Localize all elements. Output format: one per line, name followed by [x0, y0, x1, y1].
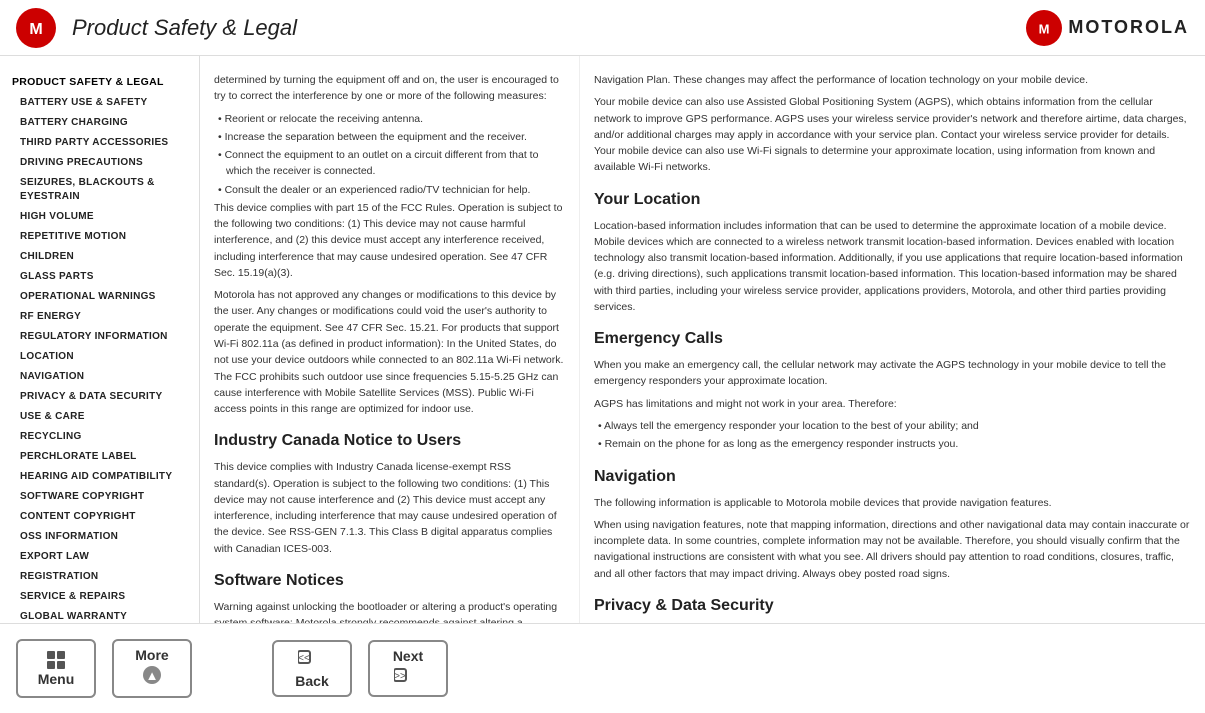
- bullet-list: Reorient or relocate the receiving anten…: [214, 111, 565, 198]
- nav-plan-text: Navigation Plan. These changes may affec…: [594, 72, 1191, 88]
- sidebar-item-location[interactable]: LOCATION: [8, 347, 191, 367]
- sidebar-item-glass-parts[interactable]: GLASS PARTS: [8, 267, 191, 287]
- page-title: Product Safety & Legal: [72, 15, 1026, 41]
- sidebar-item-global-warranty[interactable]: GLOBAL WARRANTY: [8, 607, 191, 623]
- moto-badge-icon: M: [1026, 10, 1062, 46]
- fcc-text: This device complies with part 15 of the…: [214, 200, 565, 281]
- sidebar-item-battery-charging[interactable]: BATTERY CHARGING: [8, 113, 191, 133]
- sidebar-item-oss-information[interactable]: OSS INFORMATION: [8, 527, 191, 547]
- sidebar-item-seizures-blackouts-eyestrain[interactable]: SEIZURES, BLACKOUTS & EYESTRAIN: [8, 173, 191, 207]
- footer-right-buttons: << Back Next >>: [272, 640, 448, 697]
- sidebar-nav: PRODUCT SAFETY & LEGALBATTERY USE & SAFE…: [0, 56, 200, 623]
- right-column: Navigation Plan. These changes may affec…: [580, 56, 1205, 623]
- software-notices-heading: Software Notices: [214, 569, 565, 593]
- bullet-item: Reorient or relocate the receiving anten…: [214, 111, 565, 127]
- svg-text:M: M: [29, 21, 42, 38]
- industry-canada-heading: Industry Canada Notice to Users: [214, 429, 565, 453]
- sidebar-item-high-volume[interactable]: HIGH VOLUME: [8, 207, 191, 227]
- emergency-calls-text: When you make an emergency call, the cel…: [594, 357, 1191, 390]
- sidebar-item-recycling[interactable]: RECYCLING: [8, 427, 191, 447]
- sidebar-item-repetitive-motion[interactable]: REPETITIVE MOTION: [8, 227, 191, 247]
- bullet-item: Increase the separation between the equi…: [214, 129, 565, 145]
- footer-left-buttons: Menu More ▲: [16, 639, 192, 698]
- software-notices-text: Warning against unlocking the bootloader…: [214, 599, 565, 623]
- sidebar-item-hearing-aid-compatibility[interactable]: HEARING AID COMPATIBILITY: [8, 467, 191, 487]
- more-label: More: [135, 647, 168, 663]
- motorola-wordmark: MOTOROLA: [1068, 17, 1189, 38]
- svg-text:▲: ▲: [146, 668, 159, 683]
- emergency-bullet-item: Always tell the emergency responder your…: [594, 418, 1191, 434]
- back-icon: <<: [298, 648, 326, 671]
- next-button[interactable]: Next >>: [368, 640, 448, 697]
- emergency-bullet-item: Remain on the phone for as long as the e…: [594, 436, 1191, 452]
- sidebar-item-privacy-data-security[interactable]: PRIVACY & DATA SECURITY: [8, 387, 191, 407]
- your-location-text: Location-based information includes info…: [594, 218, 1191, 316]
- navigation-text2: When using navigation features, note tha…: [594, 517, 1191, 582]
- back-label: Back: [295, 673, 328, 689]
- header: M Product Safety & Legal M MOTOROLA: [0, 0, 1205, 56]
- content-area: PRODUCT SAFETY & LEGALBATTERY USE & SAFE…: [0, 56, 1205, 623]
- sidebar-item-registration[interactable]: REGISTRATION: [8, 567, 191, 587]
- back-button[interactable]: << Back: [272, 640, 352, 697]
- more-icon: ▲: [142, 665, 162, 690]
- next-label: Next: [393, 648, 423, 664]
- emergency-bullets-list: Always tell the emergency responder your…: [594, 418, 1191, 453]
- sidebar-item-battery-use-safety[interactable]: BATTERY USE & SAFETY: [8, 93, 191, 113]
- intro-text: determined by turning the equipment off …: [214, 72, 565, 105]
- menu-button[interactable]: Menu: [16, 639, 96, 698]
- sidebar-item-perchlorate-label[interactable]: PERCHLORATE LABEL: [8, 447, 191, 467]
- sidebar-item-rf-energy[interactable]: RF ENERGY: [8, 307, 191, 327]
- agps-text: Your mobile device can also use Assisted…: [594, 94, 1191, 175]
- your-location-heading: Your Location: [594, 188, 1191, 212]
- svg-text:M: M: [1039, 21, 1050, 36]
- sidebar-item-use-care[interactable]: USE & CARE: [8, 407, 191, 427]
- sidebar-item-content-copyright[interactable]: CONTENT COPYRIGHT: [8, 507, 191, 527]
- sidebar-item-operational-warnings[interactable]: OPERATIONAL WARNINGS: [8, 287, 191, 307]
- sidebar-item-driving-precautions[interactable]: DRIVING PRECAUTIONS: [8, 153, 191, 173]
- industry-canada-text: This device complies with Industry Canad…: [214, 459, 565, 557]
- navigation-text: The following information is applicable …: [594, 495, 1191, 511]
- agps-limits-text: AGPS has limitations and might not work …: [594, 396, 1191, 412]
- bullet-item: Consult the dealer or an experienced rad…: [214, 182, 565, 198]
- sidebar-item-export-law[interactable]: EXPORT LAW: [8, 547, 191, 567]
- more-button[interactable]: More ▲: [112, 639, 192, 698]
- sidebar-item-third-party-accessories[interactable]: THIRD PARTY ACCESSORIES: [8, 133, 191, 153]
- navigation-heading: Navigation: [594, 465, 1191, 489]
- sidebar-item-navigation[interactable]: NAVIGATION: [8, 367, 191, 387]
- menu-icon: [47, 651, 65, 669]
- svg-text:<<: <<: [298, 653, 310, 664]
- sidebar-item-product-safety-legal[interactable]: PRODUCT SAFETY & LEGAL: [8, 72, 191, 93]
- footer: Menu More ▲ << Back Next: [0, 623, 1205, 713]
- bullet-item: Connect the equipment to an outlet on a …: [214, 147, 565, 180]
- next-icon: >>: [394, 666, 422, 689]
- privacy-heading: Privacy & Data Security: [594, 594, 1191, 618]
- moto-text: Motorola has not approved any changes or…: [214, 287, 565, 417]
- motorola-logo-icon: M: [16, 8, 56, 48]
- menu-label: Menu: [38, 671, 75, 687]
- sidebar-item-software-copyright[interactable]: SOFTWARE COPYRIGHT: [8, 487, 191, 507]
- motorola-brand: M MOTOROLA: [1026, 10, 1189, 46]
- sidebar-item-regulatory-information[interactable]: REGULATORY INFORMATION: [8, 327, 191, 347]
- emergency-calls-heading: Emergency Calls: [594, 327, 1191, 351]
- sidebar-item-children[interactable]: CHILDREN: [8, 247, 191, 267]
- middle-column: determined by turning the equipment off …: [200, 56, 580, 623]
- sidebar-item-service-repairs[interactable]: SERVICE & REPAIRS: [8, 587, 191, 607]
- svg-text:>>: >>: [394, 671, 406, 682]
